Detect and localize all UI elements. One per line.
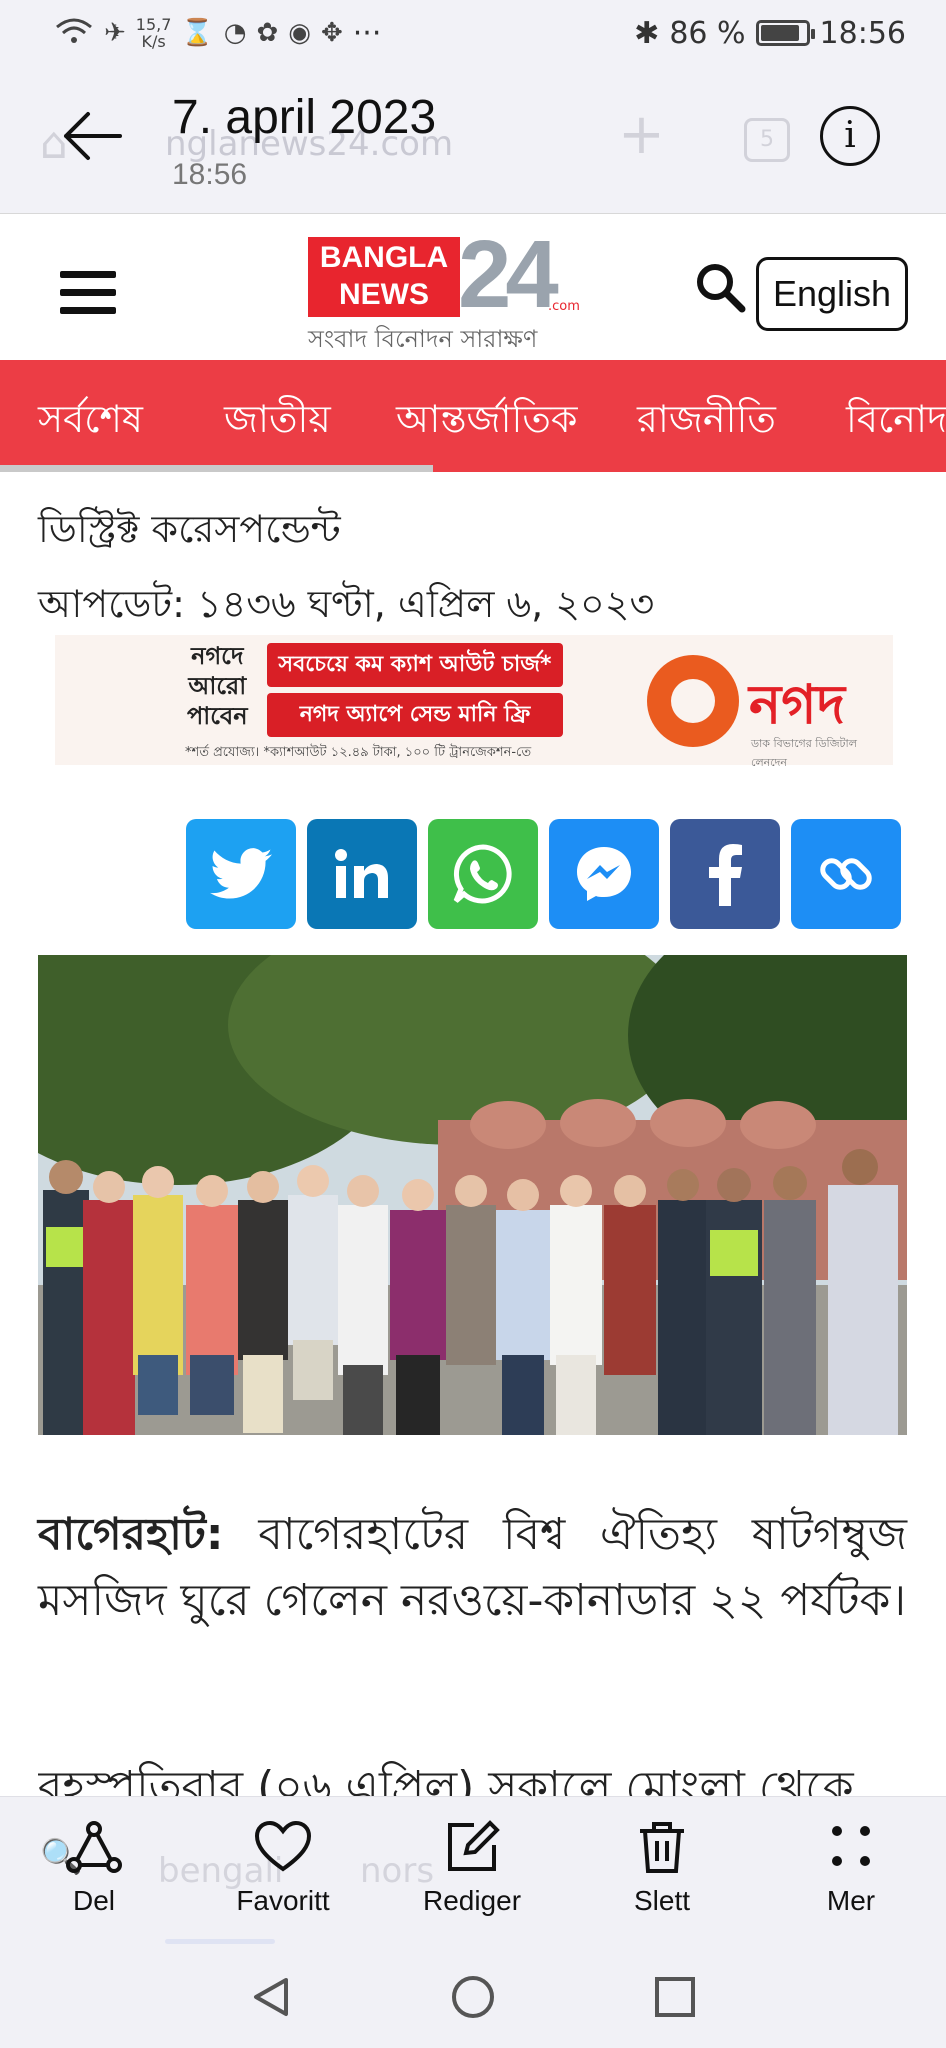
ad-left-text: নগদে আরো পাবেন [187, 641, 248, 731]
edit-action-button[interactable]: Rediger [402, 1819, 542, 1917]
ad-pill-sendmoney: নগদ অ্যাপে সেন্ড মানি ফ্রি [267, 693, 563, 737]
logo-line2: NEWS [339, 278, 429, 311]
app-notification-icon: ◉ [288, 18, 311, 48]
viewer-top-bar: ⌂ nglanews24.com + 5 7. april 2023 18:56… [0, 66, 946, 214]
nav-back-icon[interactable] [246, 1972, 296, 2022]
menu-icon[interactable] [60, 271, 116, 315]
logo-number: 24 [458, 221, 559, 328]
ad-brand-subtitle: ডাক বিভাগের ডিজিটাল লেনদেন [751, 737, 857, 769]
share-action-label: Del [72, 1885, 115, 1916]
ad-fine-print: *শর্ত প্রযোজ্য। *ক্যাশআউট ১২.৪৯ টাকা, ১০… [185, 745, 532, 760]
copy-link-icon [820, 858, 872, 890]
share-twitter-button[interactable] [186, 819, 296, 929]
article-lead-place: বাগেরহাট: [38, 1509, 224, 1560]
more-action-label: Mer [826, 1885, 876, 1916]
ghost-underline [165, 1939, 275, 1944]
share-facebook-button[interactable] [670, 819, 780, 929]
tourist-group-photo [38, 955, 907, 1435]
article-photo[interactable] [38, 955, 907, 1435]
more-dots-icon [832, 1826, 870, 1866]
article-lead: বাগেরহাট: বাগেরহাটের বিশ্ব ঐতিহ্য ষাটগম্… [38, 1502, 907, 1634]
back-arrow-icon[interactable] [58, 106, 128, 166]
share-action-button[interactable]: Del [24, 1819, 164, 1917]
battery-icon [755, 20, 815, 46]
language-button[interactable]: English [756, 257, 908, 331]
advertisement-banner[interactable]: নগদে আরো পাবেন সবচেয়ে কম ক্যাশ আউট চার্… [55, 635, 893, 769]
heart-icon [254, 1820, 312, 1872]
nagad-logo-icon [647, 655, 739, 747]
network-speed-unit: K/s [141, 32, 166, 51]
article-updated: আপডেট: ১৪৩৬ ঘণ্টা, এপ্রিল ৬, ২০২৩ [38, 582, 655, 626]
system-nav-bar [0, 1950, 946, 2048]
nav-recents-icon[interactable] [650, 1972, 700, 2022]
app-notification-icon: ✿ [256, 18, 279, 48]
share-whatsapp-button[interactable] [428, 819, 538, 929]
whatsapp-icon [453, 844, 512, 904]
delete-action-button[interactable]: Slett [592, 1819, 732, 1917]
ghost-tabs-count: 5 [744, 118, 790, 162]
network-speed: 15,7 K/s [136, 16, 172, 50]
bluetooth-icon: ✱ [634, 15, 660, 51]
twitter-icon [210, 848, 272, 899]
category-latest[interactable]: সর্বশেষ [38, 390, 143, 454]
search-icon[interactable] [692, 259, 748, 315]
more-action-button[interactable]: Mer [781, 1819, 921, 1917]
share-messenger-button[interactable] [549, 819, 659, 929]
share-copy-link-button[interactable] [791, 819, 901, 929]
app-notification-icon: ✥ [320, 18, 343, 48]
category-entertainment[interactable]: বিনোদ [846, 390, 946, 454]
logo-domain: .com [548, 299, 580, 314]
status-time: 18:56 [819, 15, 906, 51]
category-scroll-indicator [0, 465, 433, 472]
ad-left-line: আরো [188, 672, 247, 700]
battery-percent: 86 % [669, 15, 746, 51]
status-bar: ✈ 15,7 K/s ⌛ ◔ ✿ ◉ ✥ ··· ✱ 86 % 18:56 [0, 0, 946, 66]
facebook-icon [709, 844, 742, 906]
logo-box: BANGLA NEWS [308, 237, 460, 317]
edit-action-label: Rediger [422, 1885, 522, 1916]
edit-icon [448, 1820, 500, 1871]
nav-home-icon[interactable] [448, 1972, 498, 2022]
ad-pill-cashout: সবচেয়ে কম ক্যাশ আউট চার্জ* [267, 643, 563, 687]
status-icons-right: ✱ 86 % 18:56 [634, 16, 906, 51]
category-national[interactable]: জাতীয় [224, 390, 331, 454]
trash-icon [640, 1822, 684, 1873]
site-header: BANGLA NEWS 24 .com সংবাদ বিনোদন সারাক্ষ… [0, 215, 946, 360]
logo-tagline: সংবাদ বিনোদন সারাক্ষণ [308, 325, 538, 353]
hourglass-icon: ⌛ [181, 18, 214, 48]
delete-action-label: Slett [633, 1885, 691, 1916]
share-icon [66, 1821, 122, 1873]
article-byline: ডিস্ট্রিক্ট করেসপন্ডেন্ট [38, 507, 341, 551]
status-icons-left: ✈ 15,7 K/s ⌛ ◔ ✿ ◉ ✥ ··· [54, 15, 381, 52]
linkedin-icon [335, 849, 388, 898]
category-politics[interactable]: রাজনীতি [637, 390, 776, 454]
ghost-new-tab-icon: + [618, 102, 665, 167]
favorite-action-label: Favoritt [236, 1885, 330, 1916]
favorite-action-button[interactable]: Favoritt [213, 1819, 353, 1917]
battery-level [760, 25, 799, 41]
ad-left-line: পাবেন [187, 702, 248, 730]
article-paragraph: বৃহস্পতিবার (০৬ এপ্রিল) সকালে মোংলা থেকে [38, 1762, 854, 1797]
ad-left-line: নগদে [191, 642, 244, 670]
wifi-icon [54, 15, 94, 52]
app-notification-icon: ◔ [223, 18, 247, 48]
more-notifications-icon: ··· [352, 15, 382, 51]
photo-time: 18:56 [172, 158, 248, 191]
messenger-icon [577, 847, 631, 901]
category-nav: সর্বশেষ জাতীয় আন্তর্জাতিক রাজনীতি বিনোদ [0, 360, 946, 472]
share-buttons [186, 819, 901, 929]
share-linkedin-button[interactable] [307, 819, 417, 929]
info-button[interactable]: i [820, 106, 880, 166]
photo-date-title: 7. april 2023 [172, 91, 437, 144]
logo-line1: BANGLA [319, 241, 449, 274]
photo-actions-bar: 🔍 bengali nors Del Favoritt Rediger Slet… [0, 1796, 946, 1950]
airplane-icon: ✈ [104, 18, 126, 48]
category-international[interactable]: আন্তর্জাতিক [396, 390, 578, 454]
site-logo[interactable]: BANGLA NEWS 24 .com সংবাদ বিনোদন সারাক্ষ… [308, 225, 580, 353]
